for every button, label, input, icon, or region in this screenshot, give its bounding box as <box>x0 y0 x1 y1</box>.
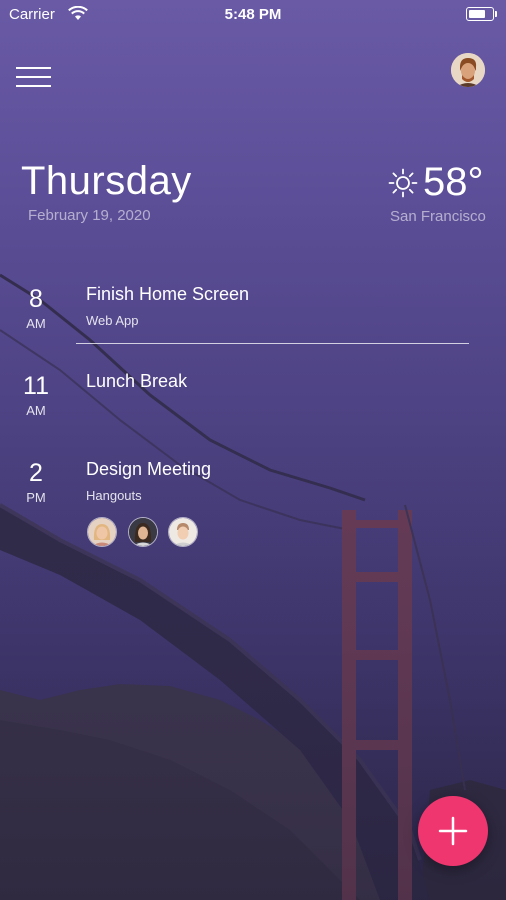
event-divider <box>76 343 469 344</box>
event-subtitle: Web App <box>86 313 139 328</box>
add-event-button[interactable] <box>418 796 488 866</box>
full-date: February 19, 2020 <box>28 207 151 224</box>
battery-icon <box>466 7 497 21</box>
hamburger-menu-icon[interactable] <box>16 67 52 89</box>
day-of-week: Thursday <box>21 159 192 203</box>
event-hour: 11 <box>23 372 49 400</box>
plus-icon <box>438 816 468 846</box>
background-bridge-image <box>0 0 506 900</box>
weather-city: San Francisco <box>390 208 486 225</box>
event-ampm: AM <box>26 403 46 418</box>
event-subtitle: Hangouts <box>86 488 142 503</box>
attendee-avatar-icon[interactable] <box>168 517 198 547</box>
event-hour: 8 <box>29 285 43 313</box>
status-bar: Carrier 5:48 PM <box>0 0 506 30</box>
event-ampm: PM <box>26 490 46 505</box>
sun-icon <box>388 168 418 198</box>
user-avatar-icon[interactable] <box>451 53 485 87</box>
status-time: 5:48 PM <box>224 6 282 23</box>
event-title: Finish Home Screen <box>86 284 250 304</box>
attendee-avatar-icon[interactable] <box>128 517 158 547</box>
app-screen: Carrier 5:48 PM Thursday February 19, 20… <box>0 0 506 900</box>
event-hour: 2 <box>29 459 43 487</box>
event-ampm: AM <box>26 316 46 331</box>
attendee-avatar-icon[interactable] <box>87 517 117 547</box>
temperature: 58° <box>423 160 484 204</box>
event-title: Lunch Break <box>86 371 188 391</box>
battery-level <box>469 10 485 18</box>
event-title: Design Meeting <box>86 459 212 479</box>
